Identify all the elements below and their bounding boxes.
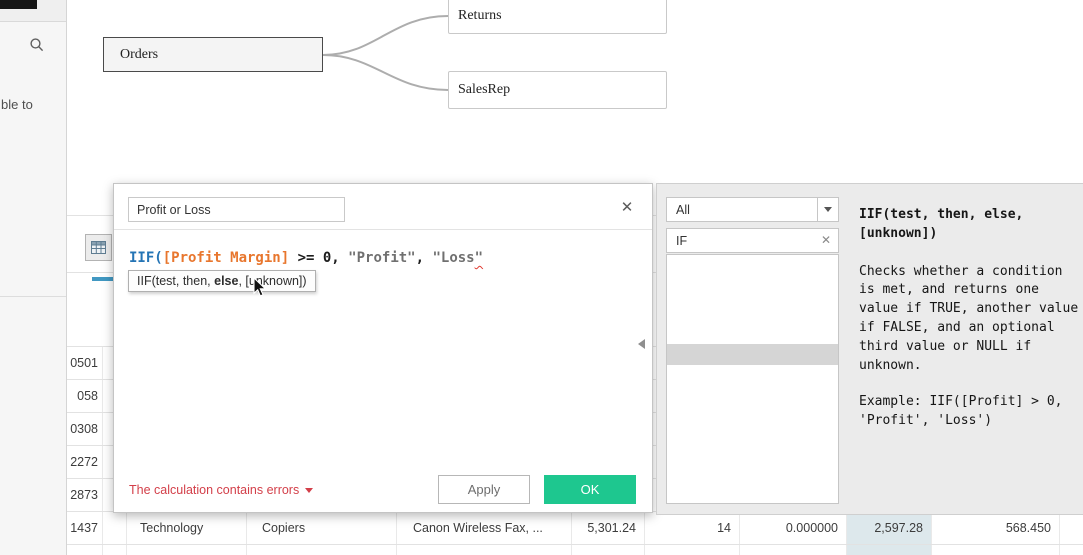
table-grid-icon	[91, 241, 106, 254]
formula-editor[interactable]: IIF([Profit Margin] >= 0, "Profit", "Los…	[129, 250, 483, 266]
cell-row-id: 1437	[67, 512, 103, 544]
function-browser-panel: All ✕ IIF(test, then, else, [unknown]) C…	[656, 183, 1083, 515]
table-node-returns[interactable]: Returns	[448, 0, 667, 34]
table-node-label: Returns	[458, 7, 502, 23]
cell-row-id: 0501	[67, 347, 103, 379]
formula-function-token: IIF(	[129, 250, 163, 266]
function-example: Example: IIF([Profit] > 0, 'Profit', 'Lo…	[859, 394, 1063, 429]
search-icon[interactable]	[29, 37, 45, 53]
cell-category: Technology	[127, 512, 247, 544]
cell-profit: 449.99	[847, 545, 932, 555]
cell-margin: 568.450	[932, 512, 1060, 544]
sidebar-hint-text: ble to	[1, 97, 33, 112]
cell-product: Canon Wireless Fax, ...	[397, 512, 572, 544]
cell-subcategory: Appliances	[247, 545, 397, 555]
function-signature: IIF(test, then, else, [unknown])	[859, 207, 1024, 241]
function-list	[666, 254, 839, 504]
function-list-item[interactable]	[667, 322, 838, 344]
table-node-label: SalesRep	[458, 82, 511, 97]
cell-category: Office Supplies	[127, 545, 247, 555]
calculation-editor-dialog: ✕ IIF([Profit Margin] >= 0, "Profit", "L…	[113, 183, 653, 513]
formula-field-token: [Profit Margin]	[162, 250, 290, 266]
cell-quantity: 4	[645, 545, 740, 555]
cell-subcategory: Copiers	[247, 512, 397, 544]
cell-profit: 2,597.28	[847, 512, 932, 544]
table-node-orders[interactable]: Orders	[103, 37, 323, 72]
tableau-workspace: Orders Returns SalesRep ble to 0501 058 …	[0, 0, 1083, 555]
cell-row-id: 1931	[67, 545, 103, 555]
cell-product: Hoover Stove, Whit...	[397, 545, 572, 555]
function-category-dropdown[interactable]: All	[666, 197, 839, 222]
cell-margin: 550.450	[932, 545, 1060, 555]
cell-discount: 0.000000	[740, 545, 847, 555]
close-icon[interactable]: ✕	[617, 197, 637, 217]
function-list-item[interactable]	[667, 300, 838, 322]
tooltip-text: , [unknown])	[238, 274, 307, 288]
formula-error-token: "	[474, 250, 484, 266]
function-signature-tooltip: IIF(test, then, else, [unknown])	[128, 270, 316, 292]
table-node-salesrep[interactable]: SalesRep	[448, 71, 667, 109]
chevron-down-icon[interactable]	[817, 198, 838, 221]
sidebar-divider	[0, 296, 66, 297]
calculation-name-input[interactable]	[128, 197, 345, 222]
function-description: Checks whether a condition is met, and r…	[859, 263, 1079, 373]
cell-spacer	[103, 545, 127, 555]
formula-operator-token: >= 0,	[289, 250, 349, 266]
function-search-box: ✕	[666, 228, 839, 253]
formula-comma-token: ,	[415, 250, 433, 266]
function-search-input[interactable]	[667, 229, 815, 252]
function-category-value: All	[676, 202, 690, 217]
table-node-label: Orders	[120, 46, 159, 62]
function-list-item[interactable]	[667, 365, 838, 387]
table-row[interactable]: 1931 Office Supplies Appliances Hoover S…	[67, 544, 1083, 555]
left-sidebar: ble to	[0, 0, 67, 555]
collapse-pane-arrow-icon[interactable]	[638, 339, 645, 349]
menu-bar-fragment	[0, 0, 37, 9]
function-list-item[interactable]	[667, 279, 838, 301]
error-dropdown-caret-icon	[305, 488, 314, 494]
cell-row-id: 0308	[67, 413, 103, 445]
tooltip-bold-arg: else	[214, 274, 239, 288]
cell-sales: 2,999.44	[572, 545, 645, 555]
cell-row-id: 2272	[67, 446, 103, 478]
function-help-text: IIF(test, then, else, [unknown]) Checks …	[859, 206, 1078, 431]
function-list-item[interactable]	[667, 343, 838, 366]
formula-string-token: "Loss	[432, 250, 475, 266]
cell-spacer	[103, 512, 127, 544]
table-row[interactable]: 1437 Technology Copiers Canon Wireless F…	[67, 511, 1083, 544]
grid-view-button[interactable]	[85, 234, 112, 261]
cell-row-id: 2873	[67, 479, 103, 511]
formula-string-token: "Profit"	[348, 250, 416, 266]
cell-quantity: 14	[645, 512, 740, 544]
clear-search-icon[interactable]: ✕	[818, 232, 834, 248]
dialog-divider	[114, 229, 652, 230]
apply-button[interactable]: Apply	[438, 475, 530, 504]
cell-row-id: 058	[67, 380, 103, 412]
function-list-item[interactable]	[667, 257, 838, 279]
cell-discount: 0.000000	[740, 512, 847, 544]
tooltip-text: IIF(test, then,	[137, 274, 215, 288]
cell-sales: 5,301.24	[572, 512, 645, 544]
calculation-error-message[interactable]: The calculation contains errors	[129, 483, 314, 497]
ok-button[interactable]: OK	[544, 475, 636, 504]
